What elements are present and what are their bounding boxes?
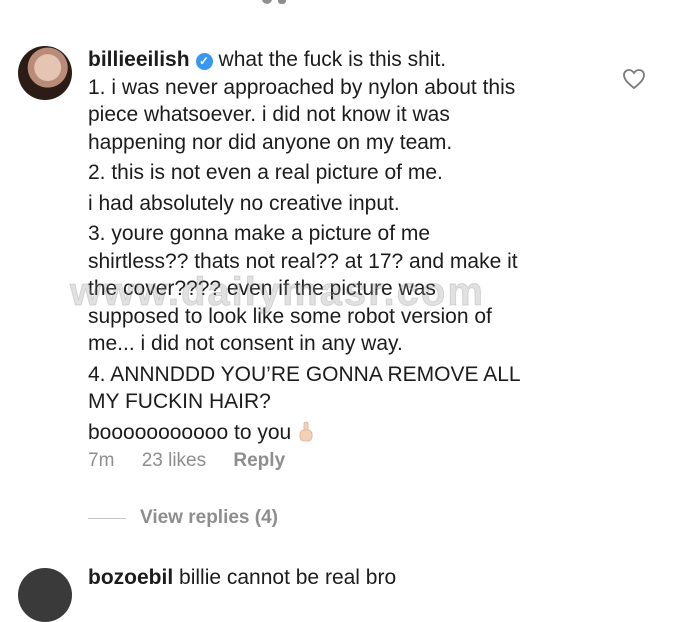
view-replies-button[interactable]: View replies (4) <box>88 507 278 529</box>
view-replies-label: View replies (4) <box>140 507 278 528</box>
comment-line: 3. youre gonna make a picture of me <box>88 222 431 245</box>
comment-meta: 7m 23 likes Reply <box>88 450 307 472</box>
username[interactable]: billieeilish <box>88 48 190 71</box>
comment-line: booooooooooo to you <box>88 419 608 447</box>
comment-text: booooooooooo to you <box>88 420 292 444</box>
verified-badge-icon: ✓ <box>195 53 213 70</box>
username[interactable]: bozoebil <box>88 566 173 589</box>
avatar[interactable] <box>18 568 72 622</box>
watermark: www.dailymasr.com <box>70 270 485 315</box>
comment-line: 2. this is not even a real picture of me… <box>88 161 443 184</box>
comment-line: MY FUCKIN HAIR? <box>88 390 271 413</box>
avatar[interactable] <box>18 46 72 100</box>
comment-text: billie cannot be real bro <box>179 566 397 589</box>
previous-comment-partial <box>0 0 680 18</box>
comment-line: happening nor did anyone on my team. <box>88 130 453 154</box>
comment-line: piece whatsoever. i did not know it was <box>88 103 450 126</box>
likes-count[interactable]: 23 likes <box>142 450 206 471</box>
comment-line: billieeilish ✓ what the fuck is this shit. <box>88 46 608 74</box>
heart-icon[interactable] <box>622 68 646 90</box>
comment-text: what the fuck is this shit. <box>218 48 447 71</box>
icon-fragment <box>278 0 286 4</box>
hand-emoji-icon <box>299 421 313 441</box>
comment-line: 1. i was never approached by nylon about… <box>88 75 516 99</box>
next-comment: bozoebil billie cannot be real bro <box>88 566 396 590</box>
reply-button[interactable]: Reply <box>233 450 285 471</box>
comment-line: i had absolutely no creative input. <box>88 191 400 215</box>
comment-time: 7m <box>88 450 115 471</box>
comment-line: me... i did not consent in any way. <box>88 332 403 355</box>
divider <box>88 517 126 519</box>
comment-line: 4. ANNNDDD YOU’RE GONNA REMOVE ALL <box>88 362 521 386</box>
comment-body: billieeilish ✓ what the fuck is this shit.… <box>88 46 608 446</box>
icon-fragment <box>262 0 272 4</box>
